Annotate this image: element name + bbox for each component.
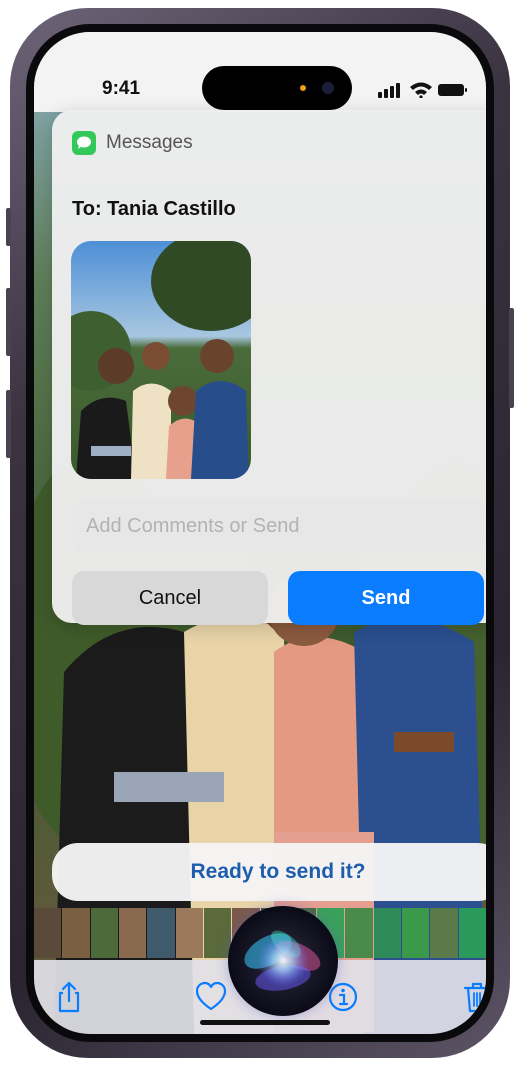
siri-orb-glow-icon — [244, 930, 321, 991]
filmstrip-thumbnail[interactable] — [458, 908, 486, 958]
phone-frame: 9:41 Messages To: Tania Castillo Add Com… — [6, 8, 514, 1058]
battery-icon — [438, 84, 467, 96]
volume-down-button — [6, 390, 11, 458]
filmstrip-thumbnail[interactable] — [147, 908, 175, 958]
comment-input[interactable] — [72, 499, 484, 553]
cellular-signal-icon — [378, 83, 400, 98]
filmstrip-thumbnail[interactable] — [402, 908, 430, 958]
power-button — [509, 308, 514, 408]
app-header: Messages — [72, 130, 193, 156]
dynamic-island — [202, 66, 352, 110]
front-camera — [322, 82, 334, 94]
cancel-button[interactable]: Cancel — [72, 571, 268, 625]
home-indicator[interactable] — [200, 1020, 330, 1025]
filmstrip-thumbnail[interactable] — [430, 908, 458, 958]
filmstrip-thumbnail[interactable] — [345, 908, 373, 958]
heart-icon[interactable] — [194, 980, 228, 1014]
filmstrip-thumbnail[interactable] — [62, 908, 90, 958]
filmstrip-thumbnail[interactable] — [373, 908, 402, 958]
siri-orb[interactable] — [228, 906, 338, 1016]
filmstrip-thumbnail[interactable] — [34, 908, 62, 958]
status-icons — [378, 82, 467, 98]
recipient-line: To: Tania Castillo — [72, 198, 236, 221]
share-icon[interactable] — [52, 980, 86, 1014]
app-name: Messages — [106, 132, 193, 153]
message-card: Messages To: Tania Castillo Add Comments… — [52, 110, 486, 625]
action-button — [6, 208, 11, 246]
status-time: 9:41 — [102, 78, 141, 99]
to-label: To: — [72, 198, 102, 220]
siri-prompt: Ready to send it? — [52, 843, 486, 901]
filmstrip-thumbnail[interactable] — [203, 908, 232, 958]
photo-attachment[interactable] — [71, 241, 251, 479]
recording-indicator — [300, 85, 306, 91]
trash-icon[interactable] — [460, 980, 486, 1014]
filmstrip-thumbnail[interactable] — [118, 908, 147, 958]
filmstrip-thumbnail[interactable] — [175, 908, 203, 958]
wifi-icon — [410, 82, 432, 98]
recipient-name: Tania Castillo — [107, 198, 236, 220]
filmstrip-thumbnail[interactable] — [90, 908, 118, 958]
screen: 9:41 Messages To: Tania Castillo Add Com… — [34, 32, 486, 1034]
status-bar: 9:41 — [34, 32, 486, 112]
volume-up-button — [6, 288, 11, 356]
send-button[interactable]: Send — [288, 571, 484, 625]
messages-app-icon — [72, 131, 96, 155]
